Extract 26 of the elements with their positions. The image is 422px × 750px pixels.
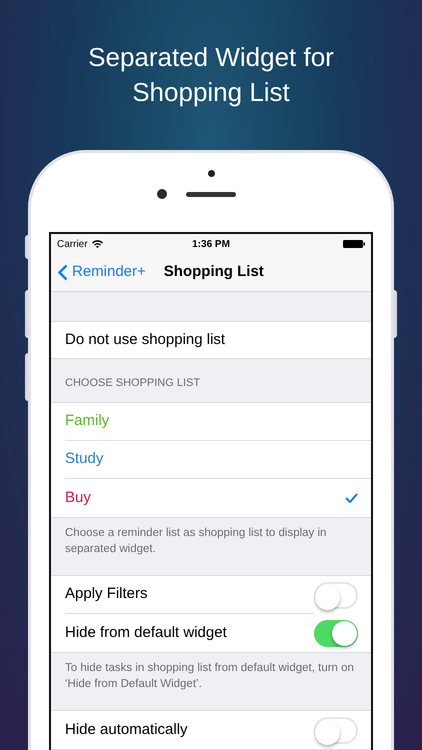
status-time: 1:36 PM xyxy=(192,238,230,252)
setting-label: Hide automatically xyxy=(65,720,189,740)
section-footer: To hide tasks in shopping list from default widget, turn on ‘Hide from Default Widget’. xyxy=(51,653,371,710)
setting-label: Hide from default widget xyxy=(65,622,228,643)
wifi-icon xyxy=(92,240,103,248)
list-row[interactable]: Study xyxy=(51,441,371,479)
section-header: CHOOSE SHOPPING LIST xyxy=(64,376,202,392)
phone-sensor-icon xyxy=(208,170,214,177)
battery-icon xyxy=(343,240,366,248)
carrier-label: Carrier xyxy=(57,238,88,252)
setting-label: Apply Filters xyxy=(65,584,149,604)
checkmark-icon xyxy=(345,493,358,503)
chevron-left-icon xyxy=(58,264,68,281)
list-row[interactable]: Do not use shopping list xyxy=(51,321,371,359)
toggle-switch[interactable] xyxy=(314,620,358,646)
front-camera-icon xyxy=(157,189,167,199)
toggle-switch[interactable] xyxy=(314,582,358,608)
headline: Separated Widget for xyxy=(88,41,334,74)
back-button[interactable]: Reminder+ xyxy=(58,261,146,284)
list-row[interactable]: Family xyxy=(51,403,371,441)
list-row[interactable]: Buy xyxy=(51,479,371,517)
headline: Shopping List xyxy=(132,76,290,109)
section-footer: Choose a reminder list as shopping list to display in separated widget. xyxy=(51,518,371,575)
nav-title: Shopping List xyxy=(164,262,264,282)
speaker-grille xyxy=(186,192,236,197)
toggle-switch[interactable] xyxy=(314,716,358,744)
